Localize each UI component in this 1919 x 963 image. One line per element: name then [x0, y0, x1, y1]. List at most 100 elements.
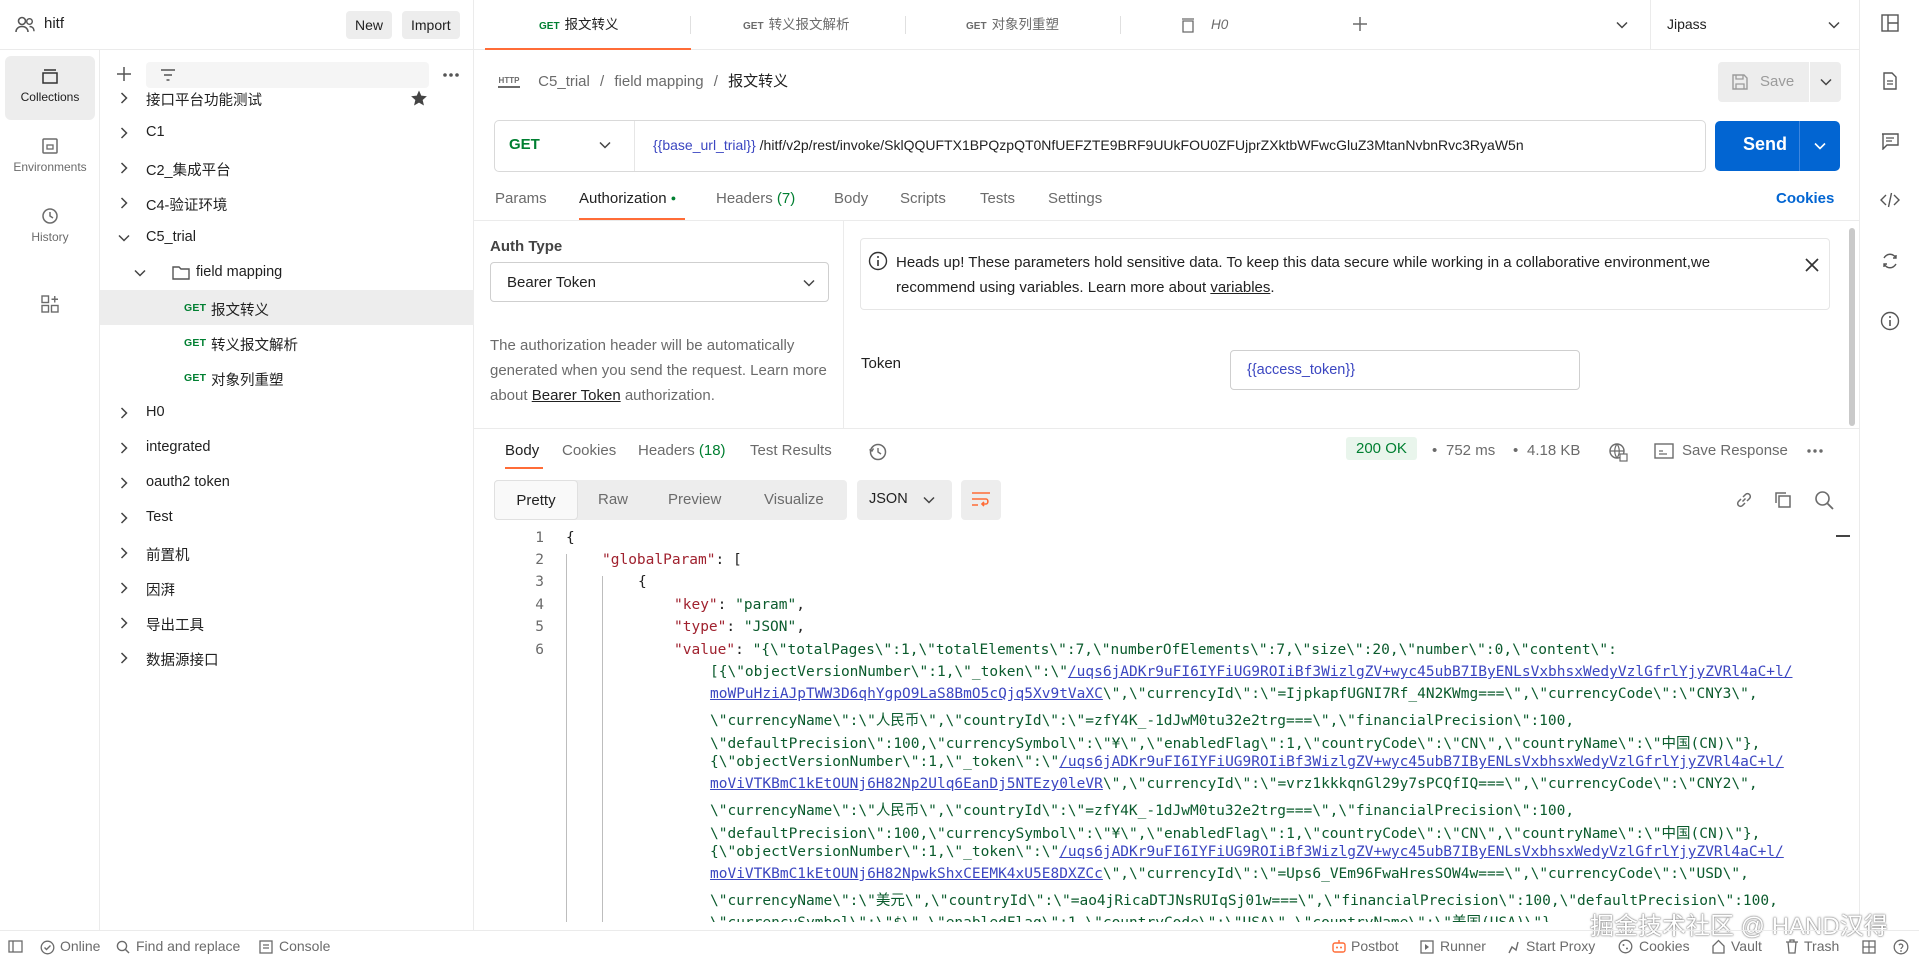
variables-link[interactable]: variables [1210, 279, 1270, 296]
format-select[interactable]: JSON [857, 480, 952, 520]
new-tab-plus-icon[interactable] [1352, 16, 1368, 32]
tab-request-2[interactable]: GET 转义报文解析 [691, 0, 905, 50]
environment-selector[interactable]: Jipass [1650, 0, 1859, 50]
tree-request[interactable]: GET 转义报文解析 [100, 325, 474, 360]
tab-params[interactable]: Params [495, 190, 547, 207]
comments-icon[interactable] [1881, 132, 1899, 150]
link-icon[interactable] [1735, 491, 1753, 509]
response-tab-headers[interactable]: Headers (18) [638, 442, 726, 459]
collections-icon [42, 69, 58, 84]
url-path: /hitf/v2p/rest/invoke/SklQQUFTX1BPQzpQT0… [755, 137, 1524, 153]
tab-tests[interactable]: Tests [980, 190, 1015, 207]
auth-panel-scrollbar[interactable] [1849, 228, 1855, 426]
tree-request[interactable]: GET 对象列重塑 [100, 360, 474, 395]
runner-button[interactable]: Runner [1440, 938, 1486, 954]
wrap-lines-button[interactable] [961, 480, 1001, 520]
environment-name: Jipass [1667, 16, 1707, 32]
rail-environments[interactable]: Environments [5, 126, 95, 190]
workspace-name[interactable]: hitf [44, 15, 64, 32]
view-visualize[interactable]: Visualize [764, 480, 824, 520]
star-icon[interactable] [410, 89, 428, 107]
more-options-icon[interactable] [442, 72, 460, 78]
help-icon[interactable] [1893, 939, 1909, 955]
tree-item[interactable]: C4-验证环境 [100, 185, 474, 220]
status-badge[interactable]: 200 OK [1346, 437, 1417, 460]
breadcrumb-folder[interactable]: field mapping [614, 73, 703, 90]
tree-item[interactable]: C2_集成平台 [100, 150, 474, 185]
tab-headers[interactable]: Headers (7) [716, 190, 795, 207]
rail-history[interactable]: History [5, 196, 95, 260]
breadcrumb-collection[interactable]: C5_trial [538, 73, 590, 90]
method-select[interactable]: GET [495, 121, 635, 171]
response-body-viewer[interactable]: 1 2 3 4 5 6 { "globalParam": [ { "key": … [474, 526, 1844, 922]
save-options-chevron-icon[interactable] [1820, 78, 1832, 86]
tree-folder[interactable]: field mapping [100, 255, 474, 290]
tab-request-4[interactable]: H0 [1121, 0, 1335, 50]
response-tab-body[interactable]: Body [505, 442, 539, 459]
code-snippet-icon[interactable] [1880, 192, 1900, 208]
auth-type-select[interactable]: Bearer Token [490, 262, 829, 302]
tab-headers-label: Headers [716, 190, 773, 207]
tree-item[interactable]: 接口平台功能测试 [100, 80, 474, 115]
tab-request-1[interactable]: GET 报文转义 [485, 0, 691, 50]
tab-request-3[interactable]: GET 对象列重塑 [906, 0, 1120, 50]
response-time[interactable]: 752 ms [1446, 442, 1495, 459]
save-response-button[interactable]: Save Response [1682, 442, 1788, 459]
token-input[interactable]: {{access_token}} [1230, 350, 1580, 390]
tree-request[interactable]: GET 报文转义 [100, 290, 474, 325]
new-button[interactable]: New [346, 11, 393, 39]
tree-item[interactable]: C5_trial [100, 220, 474, 255]
tab-body[interactable]: Body [834, 190, 868, 207]
vault-button[interactable]: Vault [1731, 938, 1762, 954]
tree-item[interactable]: Test [100, 500, 474, 535]
view-raw[interactable]: Raw [598, 480, 628, 520]
tree-item[interactable]: C1 [100, 115, 474, 150]
view-pretty[interactable]: Pretty [494, 480, 578, 520]
console-button[interactable]: Console [279, 938, 330, 954]
find-and-replace-button[interactable]: Find and replace [136, 938, 240, 954]
send-options-chevron-icon[interactable] [1814, 142, 1826, 150]
send-button[interactable]: Send [1743, 134, 1787, 155]
network-globe-icon[interactable] [1608, 442, 1628, 462]
close-icon[interactable] [1805, 258, 1819, 272]
save-button[interactable]: Save [1760, 73, 1794, 90]
view-preview[interactable]: Preview [668, 480, 721, 520]
tree-item[interactable]: 因湃 [100, 570, 474, 605]
tree-item[interactable]: integrated [100, 430, 474, 465]
tree-item[interactable]: H0 [100, 395, 474, 430]
online-status[interactable]: Online [60, 938, 100, 954]
tab-scripts[interactable]: Scripts [900, 190, 946, 207]
response-tab-test-results[interactable]: Test Results [750, 442, 832, 459]
bearer-token-link[interactable]: Bearer Token [532, 387, 621, 404]
trash-button[interactable]: Trash [1804, 938, 1839, 954]
info-icon[interactable] [1880, 311, 1900, 331]
url-input[interactable]: {{base_url_trial}} /hitf/v2p/rest/invoke… [653, 137, 1693, 153]
import-button[interactable]: Import [402, 11, 460, 39]
start-proxy-button[interactable]: Start Proxy [1526, 938, 1595, 954]
add-workbench-icon[interactable] [40, 294, 60, 314]
tree-item[interactable]: 数据源接口 [100, 640, 474, 675]
toggle-sidebar-icon[interactable] [8, 940, 23, 953]
response-more-icon[interactable] [1807, 448, 1823, 454]
tree-item[interactable]: 前置机 [100, 535, 474, 570]
search-icon[interactable] [1814, 490, 1834, 510]
cookies-link[interactable]: Cookies [1776, 190, 1834, 207]
related-collections-icon[interactable] [1881, 252, 1899, 270]
documentation-icon[interactable] [1882, 72, 1898, 90]
tabs-dropdown-chevron-icon[interactable] [1616, 21, 1628, 29]
response-tab-cookies[interactable]: Cookies [562, 442, 616, 459]
editor-scroll-marker[interactable] [1836, 535, 1850, 537]
code-line: \"defaultPrecision\":100,\"currencySymbo… [710, 826, 1761, 842]
layout-grid-icon[interactable] [1862, 940, 1876, 954]
panel-layout-icon[interactable] [1881, 14, 1899, 32]
postbot-button[interactable]: Postbot [1351, 938, 1398, 954]
response-history-icon[interactable] [868, 442, 888, 462]
rail-collections[interactable]: Collections [5, 56, 95, 120]
cookies-button[interactable]: Cookies [1639, 938, 1690, 954]
tab-settings[interactable]: Settings [1048, 190, 1102, 207]
tree-item[interactable]: 导出工具 [100, 605, 474, 640]
tab-authorization[interactable]: Authorization ● [579, 190, 676, 207]
response-size[interactable]: 4.18 KB [1527, 442, 1580, 459]
copy-icon[interactable] [1774, 491, 1792, 509]
tree-item[interactable]: oauth2 token [100, 465, 474, 500]
